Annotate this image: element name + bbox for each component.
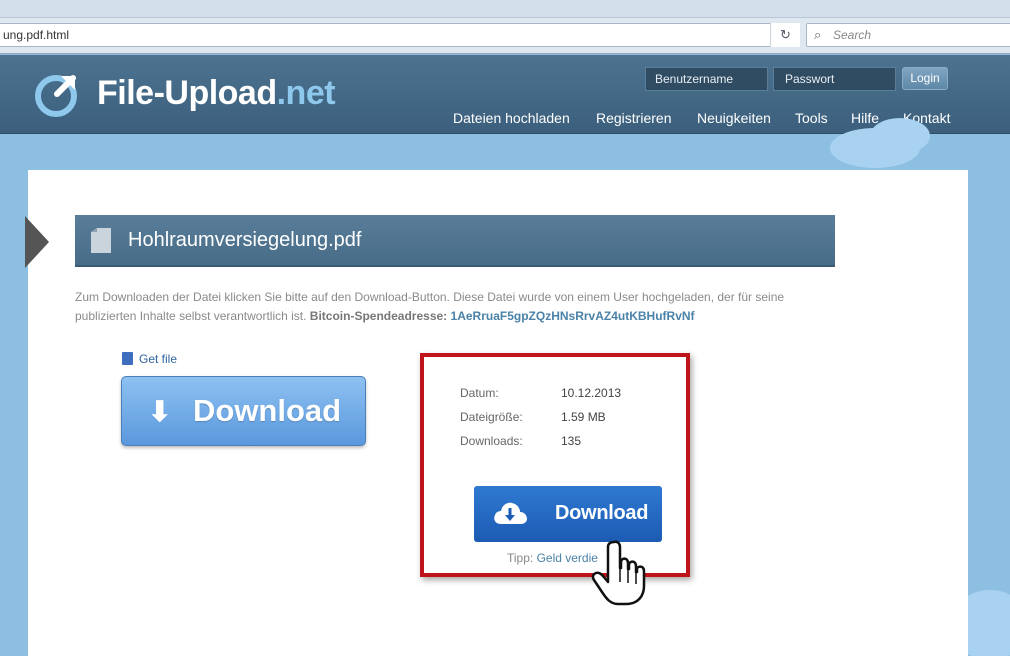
login-button[interactable]: Login xyxy=(902,67,948,90)
file-icon xyxy=(122,352,133,365)
file-name: Hohlraumversiegelung.pdf xyxy=(128,229,362,251)
download-button[interactable]: Download xyxy=(474,486,662,542)
side-arrow-icon xyxy=(25,216,49,268)
file-title-bar: Hohlraumversiegelung.pdf xyxy=(75,215,835,267)
file-description: Zum Downloaden der Datei klicken Sie bit… xyxy=(75,288,835,326)
tipp-line: Tipp: Geld verdie xyxy=(507,551,598,565)
browser-toolbar: ung.pdf.html ↻ ⌕ Search xyxy=(0,18,1010,54)
downloads-label: Downloads: xyxy=(460,434,523,448)
get-file-label: Get file xyxy=(139,352,178,366)
bitcoin-label: Bitcoin-Spendeadresse: xyxy=(309,309,448,323)
downloads-value: 135 xyxy=(561,434,582,448)
browser-title-strip xyxy=(0,0,1010,18)
logo-tld: .net xyxy=(276,74,336,112)
nav-dateien-hochladen[interactable]: Dateien hochladen xyxy=(453,110,570,130)
site-header: File-Upload.net Benutzername Passwort Lo… xyxy=(0,55,1010,134)
nav-registrieren[interactable]: Registrieren xyxy=(596,110,671,130)
logo-main: File-Upload xyxy=(97,74,277,112)
decorative-cloud xyxy=(870,118,930,154)
upload-arrow-logo-icon[interactable] xyxy=(33,72,79,118)
password-field[interactable]: Passwort xyxy=(773,67,896,91)
download-button-label: Download xyxy=(555,502,649,524)
big-download-button[interactable]: ⬇ Download xyxy=(121,376,366,446)
address-bar[interactable]: ung.pdf.html xyxy=(0,23,800,47)
big-download-label: Download xyxy=(193,393,342,428)
site-logo[interactable]: File-Upload.net xyxy=(97,74,336,113)
username-field[interactable]: Benutzername xyxy=(645,67,768,91)
reload-icon[interactable]: ↻ xyxy=(770,23,800,47)
document-icon xyxy=(91,228,111,253)
search-placeholder: Search xyxy=(833,28,872,42)
size-label: Dateigröße: xyxy=(460,410,523,424)
download-arrow-icon: ⬇ xyxy=(148,396,172,427)
hand-cursor-icon xyxy=(591,540,646,606)
get-file-link[interactable]: Get file xyxy=(122,352,177,366)
nav-neuigkeiten[interactable]: Neuigkeiten xyxy=(697,110,771,130)
datum-value: 10.12.2013 xyxy=(561,386,622,400)
search-icon: ⌕ xyxy=(814,27,822,42)
cloud-download-icon xyxy=(494,502,527,524)
bitcoin-address[interactable]: 1AeRruaF5gpZQzHNsRrvAZ4utKBHufRvNf xyxy=(451,309,695,323)
size-value: 1.59 MB xyxy=(561,410,606,424)
datum-label: Datum: xyxy=(460,386,499,400)
nav-tools[interactable]: Tools xyxy=(795,110,828,130)
search-input[interactable]: ⌕ Search xyxy=(806,23,1010,47)
tipp-label: Tipp: xyxy=(507,551,534,565)
